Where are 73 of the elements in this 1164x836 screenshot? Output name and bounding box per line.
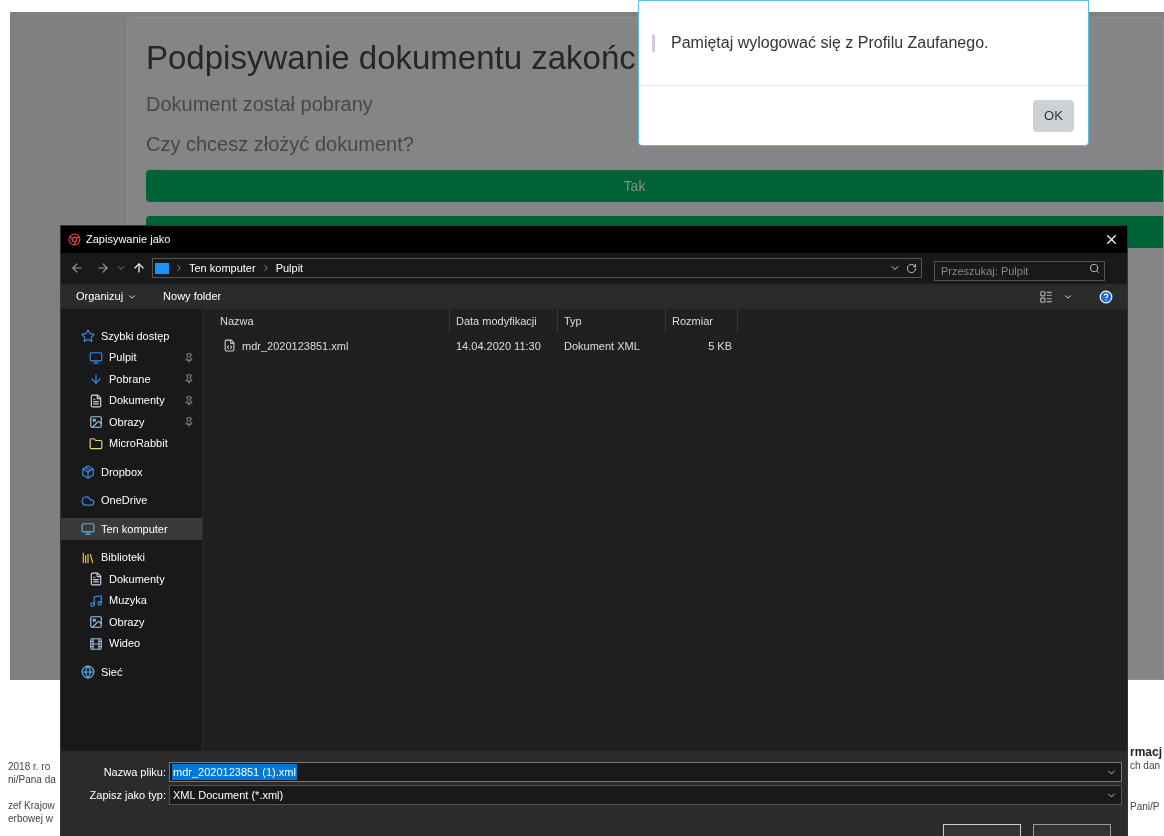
sidebar-item[interactable]: Szybki dostęp <box>61 325 202 347</box>
column-header[interactable]: Rozmiar <box>666 309 738 334</box>
refresh-icon[interactable] <box>906 262 917 274</box>
file-name: mdr_2020123851.xml <box>242 338 349 354</box>
ok-button[interactable]: OK <box>1033 99 1074 132</box>
window-title: Zapisywanie jako <box>86 232 171 247</box>
sidebar-item[interactable]: Sieć <box>61 661 202 683</box>
organize-menu[interactable]: Organizuj <box>76 288 138 305</box>
sidebar-item[interactable]: MicroRabbit <box>61 432 202 455</box>
filetype-select[interactable]: XML Document (*.xml) <box>169 785 1122 805</box>
sidebar-item[interactable]: Muzyka <box>61 589 202 612</box>
footer-text: ni/Pana da <box>8 773 56 786</box>
quote-bar <box>652 34 655 52</box>
image-icon <box>89 415 103 430</box>
page-title: Podpisywanie dokumentu zakońc <box>146 38 636 78</box>
column-header[interactable]: Typ <box>558 309 666 334</box>
column-header[interactable]: Nazwa <box>203 309 450 334</box>
footer-text: erbowej w <box>8 812 55 825</box>
sidebar-item[interactable]: Obrazy <box>61 411 202 433</box>
file-row[interactable]: mdr_2020123851.xml 14.04.2020 11:30 Dokument XML 5 KB <box>203 333 1127 359</box>
sidebar-item[interactable]: Dokumenty <box>61 568 202 590</box>
folder-icon <box>89 436 103 451</box>
document-icon <box>89 572 103 587</box>
desktop-icon <box>155 262 169 274</box>
sidebar-item[interactable]: Obrazy <box>61 611 202 633</box>
filename-value: mdr_2020123851 (1).xml <box>172 763 297 781</box>
help-icon[interactable] <box>1099 289 1113 304</box>
footer-text: 2018 r. ro <box>8 760 52 773</box>
path-segment[interactable]: Ten komputer <box>189 259 256 277</box>
sidebar-item[interactable]: Ten komputer <box>61 518 202 540</box>
view-icon[interactable] <box>1039 289 1053 304</box>
page-subtitle: Dokument został pobrany <box>146 92 373 116</box>
sidebar-item[interactable]: Pulpit <box>61 346 202 369</box>
sidebar-item[interactable]: Biblioteki <box>61 546 202 569</box>
filename-label: Nazwa pliku: <box>102 764 167 780</box>
file-size: 5 KB <box>707 338 732 354</box>
filename-field[interactable]: mdr_2020123851 (1).xml <box>169 762 1122 782</box>
music-icon <box>89 593 103 608</box>
column-header[interactable]: Data modyfikacji <box>450 309 558 334</box>
alert-message: Pamiętaj wylogować się z Profilu Zaufanego. <box>671 33 989 53</box>
search-icon <box>1089 263 1100 275</box>
sidebar-item[interactable]: Dropbox <box>61 461 202 483</box>
star-icon <box>81 329 95 344</box>
sidebar-item[interactable]: Dokumenty <box>61 389 202 412</box>
file-icon <box>223 339 236 353</box>
monitor-icon <box>81 522 95 537</box>
boxes-icon <box>81 465 95 480</box>
sidebar-item[interactable]: OneDrive <box>61 489 202 512</box>
library-icon <box>81 550 95 565</box>
monitor-icon <box>89 350 103 365</box>
download-icon <box>89 372 103 387</box>
network-icon <box>81 665 95 680</box>
file-type: Dokument XML <box>563 338 641 354</box>
address-bar[interactable]: Ten komputer Pulpit <box>152 258 922 279</box>
sidebar-item[interactable]: Pobrane <box>61 368 202 390</box>
footer-text: ch dan <box>1130 759 1162 773</box>
cloud-icon <box>81 493 95 508</box>
footer-text: Pani/P <box>1130 800 1161 814</box>
chevron-icon <box>174 263 184 274</box>
file-date: 14.04.2020 11:30 <box>455 338 542 354</box>
question-text: Czy chcesz złożyć dokument? <box>146 132 414 156</box>
filetype-label: Zapisz jako typ: <box>88 787 167 803</box>
footer-text: zef Krajow <box>8 799 56 812</box>
sidebar-item[interactable]: Wideo <box>61 632 202 655</box>
search-field[interactable]: Przeszukaj: Pulpit <box>934 261 1105 282</box>
new-folder-button[interactable]: Nowy folder <box>163 288 222 305</box>
path-segment[interactable]: Pulpit <box>275 259 304 277</box>
document-icon <box>89 393 103 408</box>
image-icon <box>89 615 103 630</box>
film-icon <box>89 636 103 651</box>
browser-icon <box>68 232 81 246</box>
footer-heading: rmacj <box>1130 745 1163 759</box>
up-icon[interactable] <box>132 261 146 276</box>
